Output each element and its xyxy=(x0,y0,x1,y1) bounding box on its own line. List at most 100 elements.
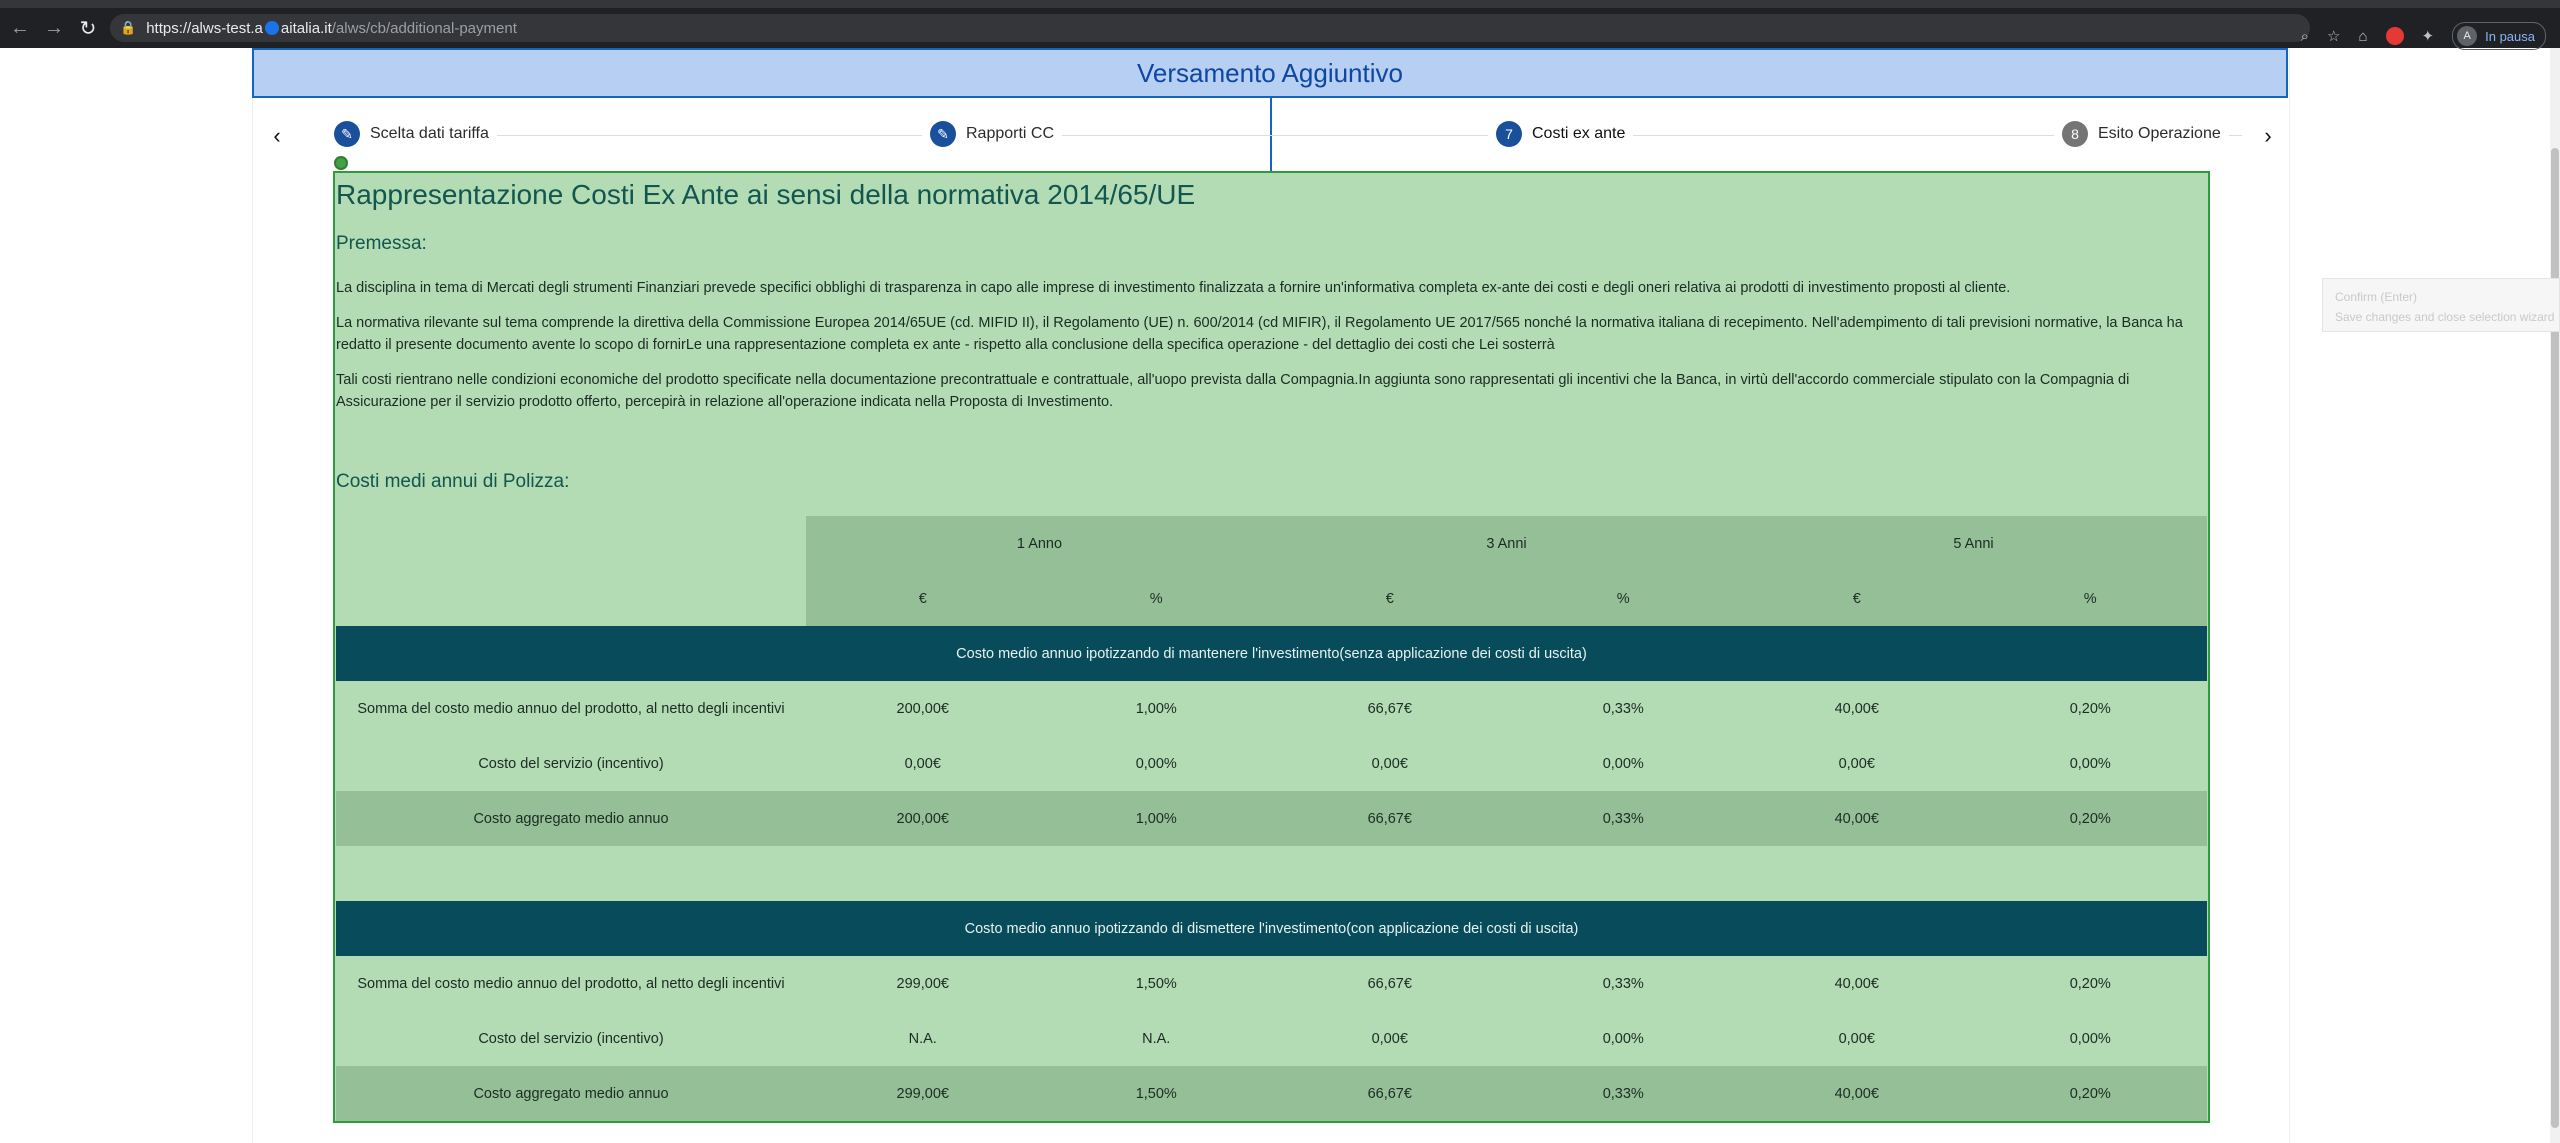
avatar: A xyxy=(2457,26,2478,46)
row-label: Somma del costo medio annuo del prodotto… xyxy=(357,975,785,992)
extension-icon[interactable]: ⌂ xyxy=(2358,28,2367,45)
table-cell: 66,67€ xyxy=(1367,700,1412,717)
table-cell: 299,00€ xyxy=(806,1066,1040,1121)
table-cell: 299,00€ xyxy=(896,975,949,992)
column-header-unit: % xyxy=(1039,571,1273,626)
chevron-left-icon[interactable]: ‹ xyxy=(263,122,291,150)
address-bar[interactable]: 🔒 https://alws-test.a aitalia.it /alws/c… xyxy=(110,14,2310,42)
table-cell: 0,00€ xyxy=(1838,1030,1875,1047)
table-period-header-row: 1 Anno 3 Anni 5 Anni xyxy=(336,516,2207,571)
column-header-unit: % xyxy=(1506,571,1740,626)
premessa-heading: Premessa: xyxy=(336,233,427,254)
table-cell: 0,33% xyxy=(1506,1066,1740,1121)
adblock-extension-icon[interactable] xyxy=(2385,27,2404,45)
column-header-period: 3 Anni xyxy=(1273,516,1740,571)
step-rapporti-cc[interactable]: ✎ Rapporti CC xyxy=(922,121,1063,147)
column-header-period: 5 Anni xyxy=(1740,516,2207,571)
confirm-tooltip-description: Save changes and close selection wizard xyxy=(2335,310,2555,324)
column-header-unit: € xyxy=(1740,571,1974,626)
pencil-icon: ✎ xyxy=(334,121,360,147)
puzzle-extensions-icon[interactable]: ✦ xyxy=(2422,27,2435,45)
column-header-unit: € xyxy=(806,571,1040,626)
table-cell: 66,67€ xyxy=(1367,975,1412,992)
chevron-right-icon[interactable]: › xyxy=(2254,122,2282,150)
profile-button[interactable]: A In pausa xyxy=(2452,22,2546,50)
table-cell: 66,67€ xyxy=(1273,791,1507,846)
table-cell: 0,33% xyxy=(1602,700,1644,717)
row-label: Costo del servizio (incentivo) xyxy=(478,1030,664,1047)
confirm-tooltip: Confirm (Enter) Save changes and close s… xyxy=(2322,278,2560,332)
table-cell: 1,00% xyxy=(1039,791,1273,846)
table-cell: N.A. xyxy=(1142,1030,1171,1047)
table-cell: 0,00% xyxy=(1135,755,1177,772)
step-label: Costi ex ante xyxy=(1532,125,1626,142)
table-cell: 0,20% xyxy=(1973,791,2207,846)
table-cell: 0,00€ xyxy=(1371,1030,1408,1047)
section-title: Rappresentazione Costi Ex Ante ai sensi … xyxy=(336,179,1196,210)
pencil-icon: ✎ xyxy=(930,121,956,147)
wizard-stepper: ‹ ✎ Scelta dati tariffa ✎ Rapporti CC 7 … xyxy=(252,112,2288,160)
table-cell: 40,00€ xyxy=(1740,1066,1974,1121)
browser-actions: ⌕ ☆ ⌂ ✦ A In pausa xyxy=(2301,22,2546,50)
table-spacer-row xyxy=(336,846,2207,901)
zoom-icon[interactable]: ⌕ xyxy=(2301,28,2309,45)
profile-status: In pausa xyxy=(2485,28,2535,44)
confirm-tooltip-title: Confirm (Enter) xyxy=(2335,290,2418,304)
forward-icon[interactable]: → xyxy=(40,14,68,42)
column-header-unit: % xyxy=(1973,571,2207,626)
step-label: Esito Operazione xyxy=(2098,125,2221,142)
url-host-start: https://alws-test.a xyxy=(146,19,263,37)
step-costi-ex-ante[interactable]: 7 Costi ex ante xyxy=(1488,121,1634,147)
row-label: Somma del costo medio annuo del prodotto… xyxy=(357,700,785,717)
page-scrollbar[interactable] xyxy=(2550,48,2560,1143)
lock-icon: 🔒 xyxy=(120,20,137,35)
section-header-mantenere: Costo medio annuo ipotizzando di mantene… xyxy=(336,626,2207,681)
bookmark-star-icon[interactable]: ☆ xyxy=(2327,27,2340,45)
section-header-row: Costo medio annuo ipotizzando di dismett… xyxy=(336,901,2207,956)
row-label: Costo aggregato medio annuo xyxy=(336,1066,806,1121)
table-cell: 40,00€ xyxy=(1834,975,1879,992)
table-cell: 1,00% xyxy=(1135,700,1177,717)
page-title: Versamento Aggiuntivo xyxy=(1137,57,1403,88)
step-label: Scelta dati tariffa xyxy=(370,125,489,142)
column-header-unit: € xyxy=(1273,571,1507,626)
step-number-badge: 7 xyxy=(1496,121,1522,147)
column-header-period: 1 Anno xyxy=(806,516,1273,571)
table-cell: 0,00% xyxy=(2069,1030,2111,1047)
table-cell: 200,00€ xyxy=(896,700,949,717)
browser-tab-strip xyxy=(0,0,2560,8)
step-scelta-dati-tariffa[interactable]: ✎ Scelta dati tariffa xyxy=(326,121,497,147)
table-cell: 0,00% xyxy=(1602,755,1644,772)
table-cell: 0,00€ xyxy=(1371,755,1408,772)
row-label: Costo aggregato medio annuo xyxy=(336,791,806,846)
table-cell: 40,00€ xyxy=(1740,791,1974,846)
browser-toolbar: ← → ↻ 🔒 https://alws-test.a aitalia.it /… xyxy=(0,8,2560,50)
selection-handle-icon[interactable] xyxy=(334,156,348,170)
table-cell: 0,00% xyxy=(1602,1030,1644,1047)
page-title-bar: Versamento Aggiuntivo xyxy=(252,48,2288,98)
table-cell: 1,50% xyxy=(1135,975,1177,992)
step-esito-operazione[interactable]: 8 Esito Operazione xyxy=(2054,121,2229,147)
section-header-row: Costo medio annuo ipotizzando di mantene… xyxy=(336,626,2207,681)
table-row-aggregate: Costo aggregato medio annuo 299,00€ 1,50… xyxy=(336,1066,2207,1121)
table-row: Somma del costo medio annuo del prodotto… xyxy=(336,956,2207,1011)
stepper-connector xyxy=(342,135,2242,136)
paragraph-normativa: La normativa rilevante sul tema comprend… xyxy=(336,315,2183,353)
table-cell: 0,20% xyxy=(1973,1066,2207,1121)
table-row: Somma del costo medio annuo del prodotto… xyxy=(336,681,2207,736)
table-cell: 66,67€ xyxy=(1273,1066,1507,1121)
reload-icon[interactable]: ↻ xyxy=(74,14,102,42)
costs-panel: Rappresentazione Costi Ex Ante ai sensi … xyxy=(333,171,2210,1123)
table-cell: 0,00€ xyxy=(904,755,941,772)
table-cell: 0,33% xyxy=(1506,791,1740,846)
back-icon[interactable]: ← xyxy=(6,14,34,42)
paragraph-costi: Tali costi rientrano nelle condizioni ec… xyxy=(336,372,2130,410)
table-cell: 0,20% xyxy=(2069,700,2111,717)
costs-table: 1 Anno 3 Anni 5 Anni € % € % € % Costo m… xyxy=(336,516,2207,1121)
table-cell: 1,50% xyxy=(1039,1066,1273,1121)
table-row: Costo del servizio (incentivo) N.A. N.A.… xyxy=(336,1011,2207,1066)
row-label: Costo del servizio (incentivo) xyxy=(478,755,664,772)
paragraph-intro: La disciplina in tema di Mercati degli s… xyxy=(336,280,2011,296)
table-unit-header-row: € % € % € % xyxy=(336,571,2207,626)
table-corner-cell xyxy=(336,571,806,626)
